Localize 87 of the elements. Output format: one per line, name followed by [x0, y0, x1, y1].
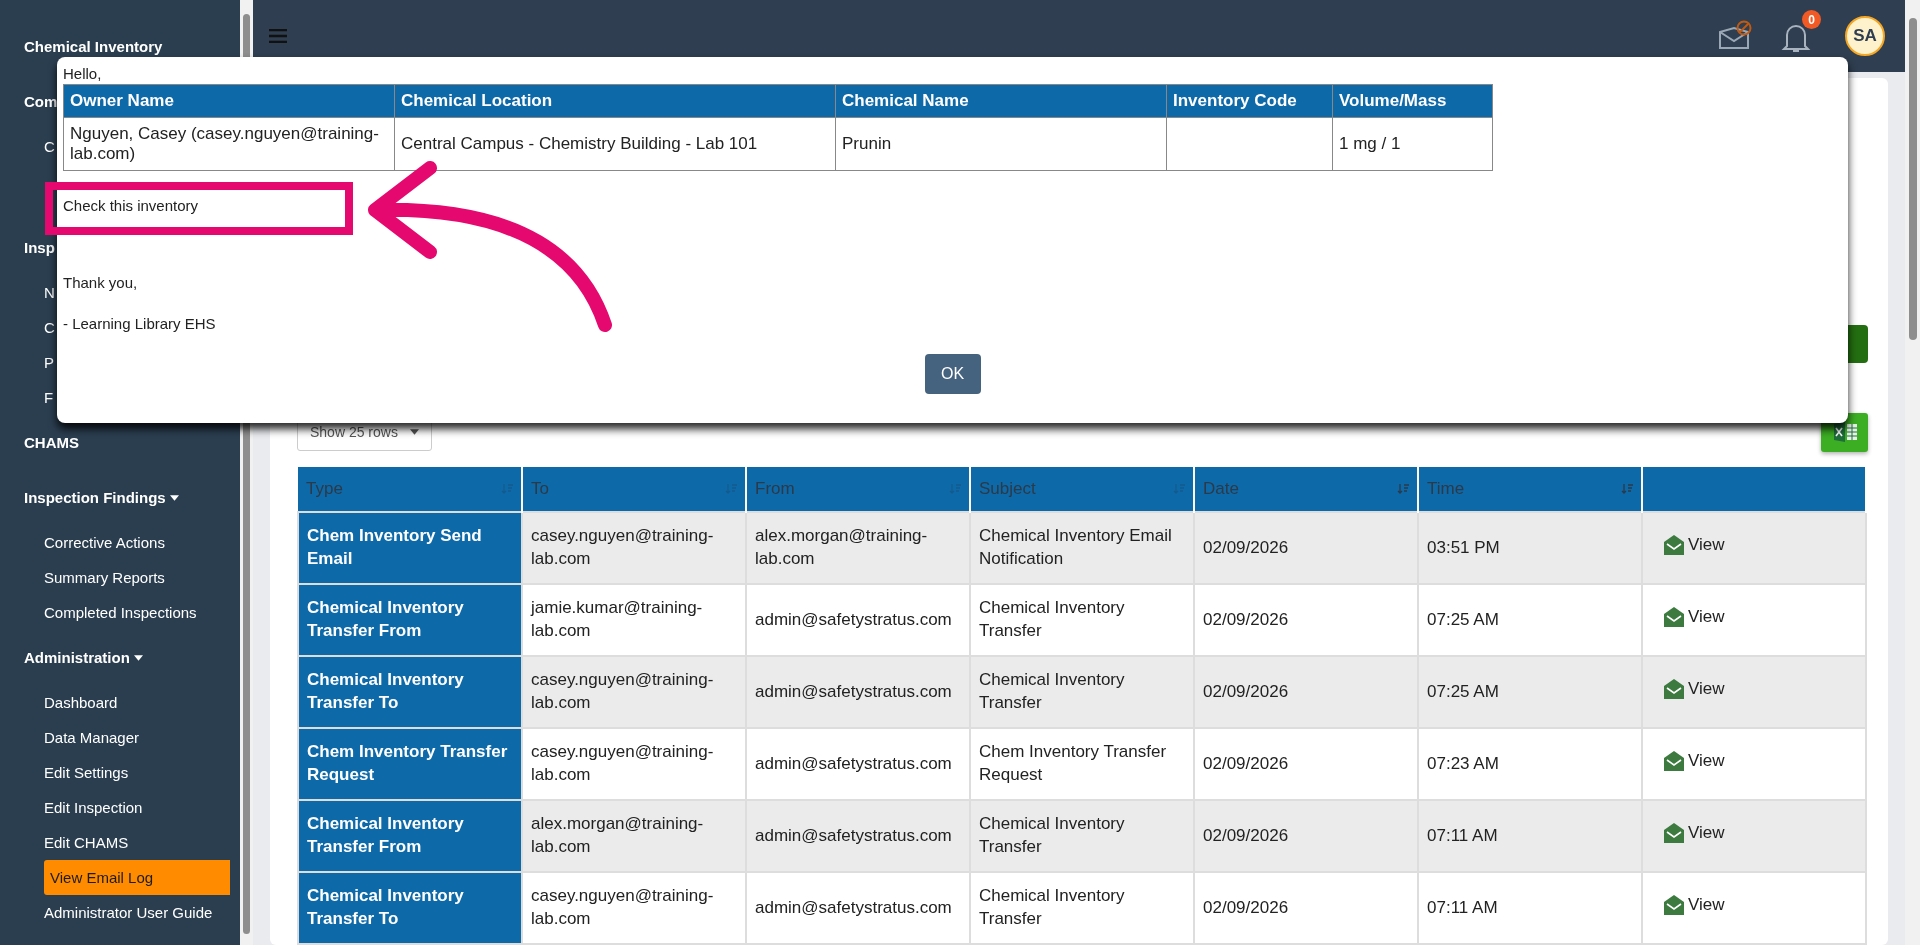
table-cell: Chemical Inventory Transfer — [970, 800, 1194, 872]
column-header: Chemical Location — [394, 84, 836, 118]
caret-icon — [169, 494, 179, 501]
view-link[interactable]: View — [1663, 677, 1725, 701]
envelope-icon — [1663, 535, 1685, 556]
caret-icon — [133, 654, 143, 661]
table-cell: Chemical Inventory Transfer — [970, 584, 1194, 656]
view-link[interactable]: View — [1663, 605, 1725, 629]
table-cell: admin@safetystratus.com — [746, 872, 970, 944]
table-cell: Chem Inventory Send Email — [298, 512, 522, 584]
column-header: Inventory Code — [1166, 84, 1333, 118]
ok-button[interactable]: OK — [924, 354, 981, 394]
table-cell: admin@safetystratus.com — [746, 584, 970, 656]
user-avatar[interactable]: SA — [1845, 16, 1885, 56]
table-cell: 07:11 AM — [1418, 872, 1642, 944]
table-cell: admin@safetystratus.com — [746, 800, 970, 872]
closing-text: Thank you, — [63, 274, 139, 291]
sidebar-item[interactable]: CHAMS — [0, 425, 79, 460]
table-cell: 02/09/2026 — [1194, 800, 1418, 872]
table-cell: 07:25 AM — [1418, 584, 1642, 656]
table-cell: casey.nguyen@training-lab.com — [522, 872, 746, 944]
view-link[interactable]: View — [1663, 749, 1725, 773]
view-link[interactable]: View — [1663, 821, 1725, 845]
menu-icon[interactable] — [269, 29, 287, 43]
envelope-icon — [1663, 751, 1685, 772]
message-text: Check this inventory — [63, 197, 200, 214]
envelope-icon[interactable] — [1717, 20, 1753, 52]
sidebar-item[interactable]: Administration — [0, 640, 143, 675]
column-header: Volume/Mass — [1332, 84, 1493, 118]
notification-badge: 0 — [1802, 10, 1821, 29]
table-cell: Prunin — [835, 117, 1167, 171]
table-cell: Chemical Inventory Transfer — [970, 872, 1194, 944]
table-cell: admin@safetystratus.com — [746, 728, 970, 800]
envelope-icon — [1663, 679, 1685, 700]
table-cell: 02/09/2026 — [1194, 512, 1418, 584]
envelope-icon — [1663, 823, 1685, 844]
table-cell: 1 mg / 1 — [1332, 117, 1493, 171]
table-cell: 02/09/2026 — [1194, 728, 1418, 800]
table-cell: Chemical Inventory Transfer To — [298, 872, 522, 944]
table-cell: Chemical Inventory Transfer From — [298, 800, 522, 872]
column-header: Chemical Name — [835, 84, 1167, 118]
sidebar-item[interactable]: View Email Log — [44, 860, 230, 895]
table-cell: Chemical Inventory Email Notification — [970, 512, 1194, 584]
table-cell: casey.nguyen@training-lab.com — [522, 512, 746, 584]
table-cell: 07:11 AM — [1418, 800, 1642, 872]
table-cell: 07:25 AM — [1418, 656, 1642, 728]
table-cell: casey.nguyen@training-lab.com — [522, 728, 746, 800]
envelope-icon — [1663, 607, 1685, 628]
sidebar-item[interactable]: Edit Inspection — [0, 790, 153, 825]
view-link[interactable]: View — [1663, 893, 1725, 917]
table-cell: 07:23 AM — [1418, 728, 1642, 800]
sidebar-item[interactable]: Dashboard — [0, 685, 128, 720]
sort-icon[interactable] — [1621, 483, 1633, 495]
sidebar-item[interactable]: Summary Reports — [0, 560, 175, 595]
envelope-icon — [1663, 895, 1685, 916]
column-header: Owner Name — [63, 84, 395, 118]
table-cell: Chem Inventory Transfer Request — [970, 728, 1194, 800]
view-link[interactable]: View — [1663, 533, 1725, 557]
sidebar-item[interactable]: Com — [0, 84, 58, 119]
sidebar-item[interactable]: Completed Inspections — [0, 595, 207, 630]
sidebar-item[interactable]: Insp — [0, 230, 55, 265]
caret-icon — [409, 429, 419, 436]
table-cell: Chem Inventory Transfer Request — [298, 728, 522, 800]
sort-icon[interactable] — [1397, 483, 1409, 495]
table-cell: 02/09/2026 — [1194, 656, 1418, 728]
table-cell: Chemical Inventory Transfer — [970, 656, 1194, 728]
sidebar-item[interactable]: Administrator User Guide — [0, 895, 223, 930]
sidebar-item[interactable]: Data Manager — [0, 720, 150, 755]
signature-text: - Learning Library EHS — [63, 315, 217, 332]
table-cell: Chemical Inventory Transfer To — [298, 656, 522, 728]
table-cell: Central Campus - Chemistry Building - Lab 101 — [394, 117, 836, 171]
table-cell: jamie.kumar@training-lab.com — [522, 584, 746, 656]
table-cell: Nguyen, Casey (casey.nguyen@training-lab.com) — [63, 117, 395, 171]
table-cell: 03:51 PM — [1418, 512, 1642, 584]
sidebar-item[interactable]: Corrective Actions — [0, 525, 175, 560]
table-cell: casey.nguyen@training-lab.com — [522, 656, 746, 728]
sidebar-item[interactable]: Edit Settings — [0, 755, 139, 790]
table-cell: alex.morgan@training-lab.com — [746, 512, 970, 584]
table-cell: Chemical Inventory Transfer From — [298, 584, 522, 656]
table-cell: admin@safetystratus.com — [746, 656, 970, 728]
table-cell: 02/09/2026 — [1194, 872, 1418, 944]
greeting-text: Hello, — [63, 65, 103, 82]
sidebar-item[interactable]: Edit CHAMS — [0, 825, 139, 860]
table-cell: alex.morgan@training-lab.com — [522, 800, 746, 872]
table-cell: 02/09/2026 — [1194, 584, 1418, 656]
sidebar-item[interactable]: Inspection Findings — [0, 480, 179, 515]
scrollbar[interactable] — [1905, 0, 1920, 945]
